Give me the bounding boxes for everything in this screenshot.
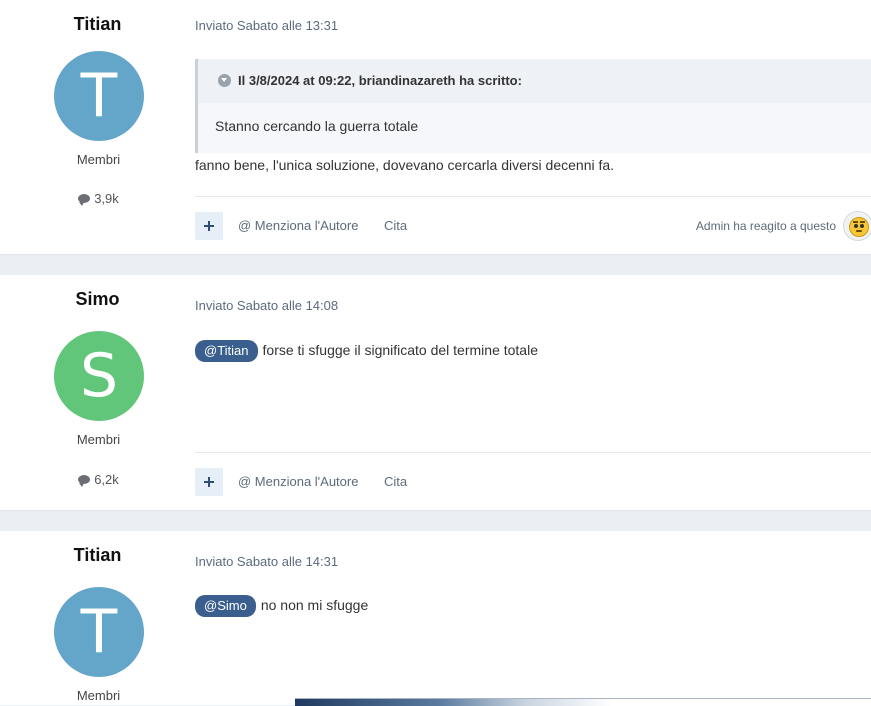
post-count: 3,9k (0, 191, 197, 206)
author-role: Membri (76, 688, 121, 703)
mention-badge[interactable]: @Titian (195, 340, 258, 362)
post-text-line: @Titian forse ti sfugge il significato de… (195, 340, 538, 362)
post-count: 6,2k (0, 472, 197, 487)
post-text: no non mi sfugge (260, 597, 369, 613)
author-name[interactable]: Titian (0, 545, 195, 566)
post-3: Titian T Membri Inviato Sabato alle 14:3… (0, 531, 871, 705)
post-actions: @ Menziona l'Autore Cita (195, 468, 871, 496)
quote-block: Il 3/8/2024 at 09:22, briandinazareth ha… (195, 59, 871, 153)
react-plus-button[interactable] (195, 212, 223, 240)
post-count-value: 3,9k (94, 191, 119, 206)
author-name[interactable]: Simo (0, 289, 195, 310)
post-text-line: @Simo no non mi sfugge (195, 595, 368, 617)
post-2: Simo S Membri 6,2k Inviato Sabato alle 1… (0, 275, 871, 511)
react-plus-button[interactable] (195, 468, 223, 496)
mention-badge[interactable]: @Simo (195, 595, 256, 617)
divider (195, 452, 871, 453)
confused-face-emoji-icon[interactable] (843, 211, 871, 241)
post-meta[interactable]: Inviato Sabato alle 14:31 (195, 554, 338, 569)
chevron-down-circle-icon[interactable] (218, 74, 231, 87)
author-name[interactable]: Titian (0, 14, 195, 35)
post-meta[interactable]: Inviato Sabato alle 14:08 (195, 298, 338, 313)
quote-body: Stanno cercando la guerra totale (215, 118, 419, 134)
avatar[interactable]: S (54, 331, 144, 421)
post-actions: @ Menziona l'Autore Cita Admin ha reagit… (195, 211, 871, 241)
comment-bubble-icon (78, 194, 91, 206)
cite-link[interactable]: Cita (384, 212, 407, 240)
avatar[interactable]: T (54, 51, 144, 141)
post-count-value: 6,2k (94, 472, 119, 487)
mention-author-link[interactable]: @ Menziona l'Autore (238, 468, 358, 496)
mention-author-link[interactable]: @ Menziona l'Autore (238, 212, 358, 240)
author-role: Membri (76, 432, 121, 447)
post-text: forse ti sfugge il significato del termi… (262, 342, 538, 358)
author-role: Membri (76, 152, 121, 167)
reaction-summary[interactable]: Admin ha reagito a questo (696, 212, 836, 240)
divider (195, 196, 871, 197)
comment-bubble-icon (78, 475, 91, 487)
avatar[interactable]: T (54, 587, 144, 677)
quote-header-text: Il 3/8/2024 at 09:22, briandinazareth ha… (238, 73, 522, 88)
post-1: Titian T Membri 3,9k Inviato Sabato alle… (0, 0, 871, 255)
post-meta[interactable]: Inviato Sabato alle 13:31 (195, 18, 338, 33)
quote-header[interactable]: Il 3/8/2024 at 09:22, briandinazareth ha… (198, 59, 871, 103)
post-text: fanno bene, l'unica soluzione, dovevano … (195, 157, 615, 173)
cite-link[interactable]: Cita (384, 468, 407, 496)
